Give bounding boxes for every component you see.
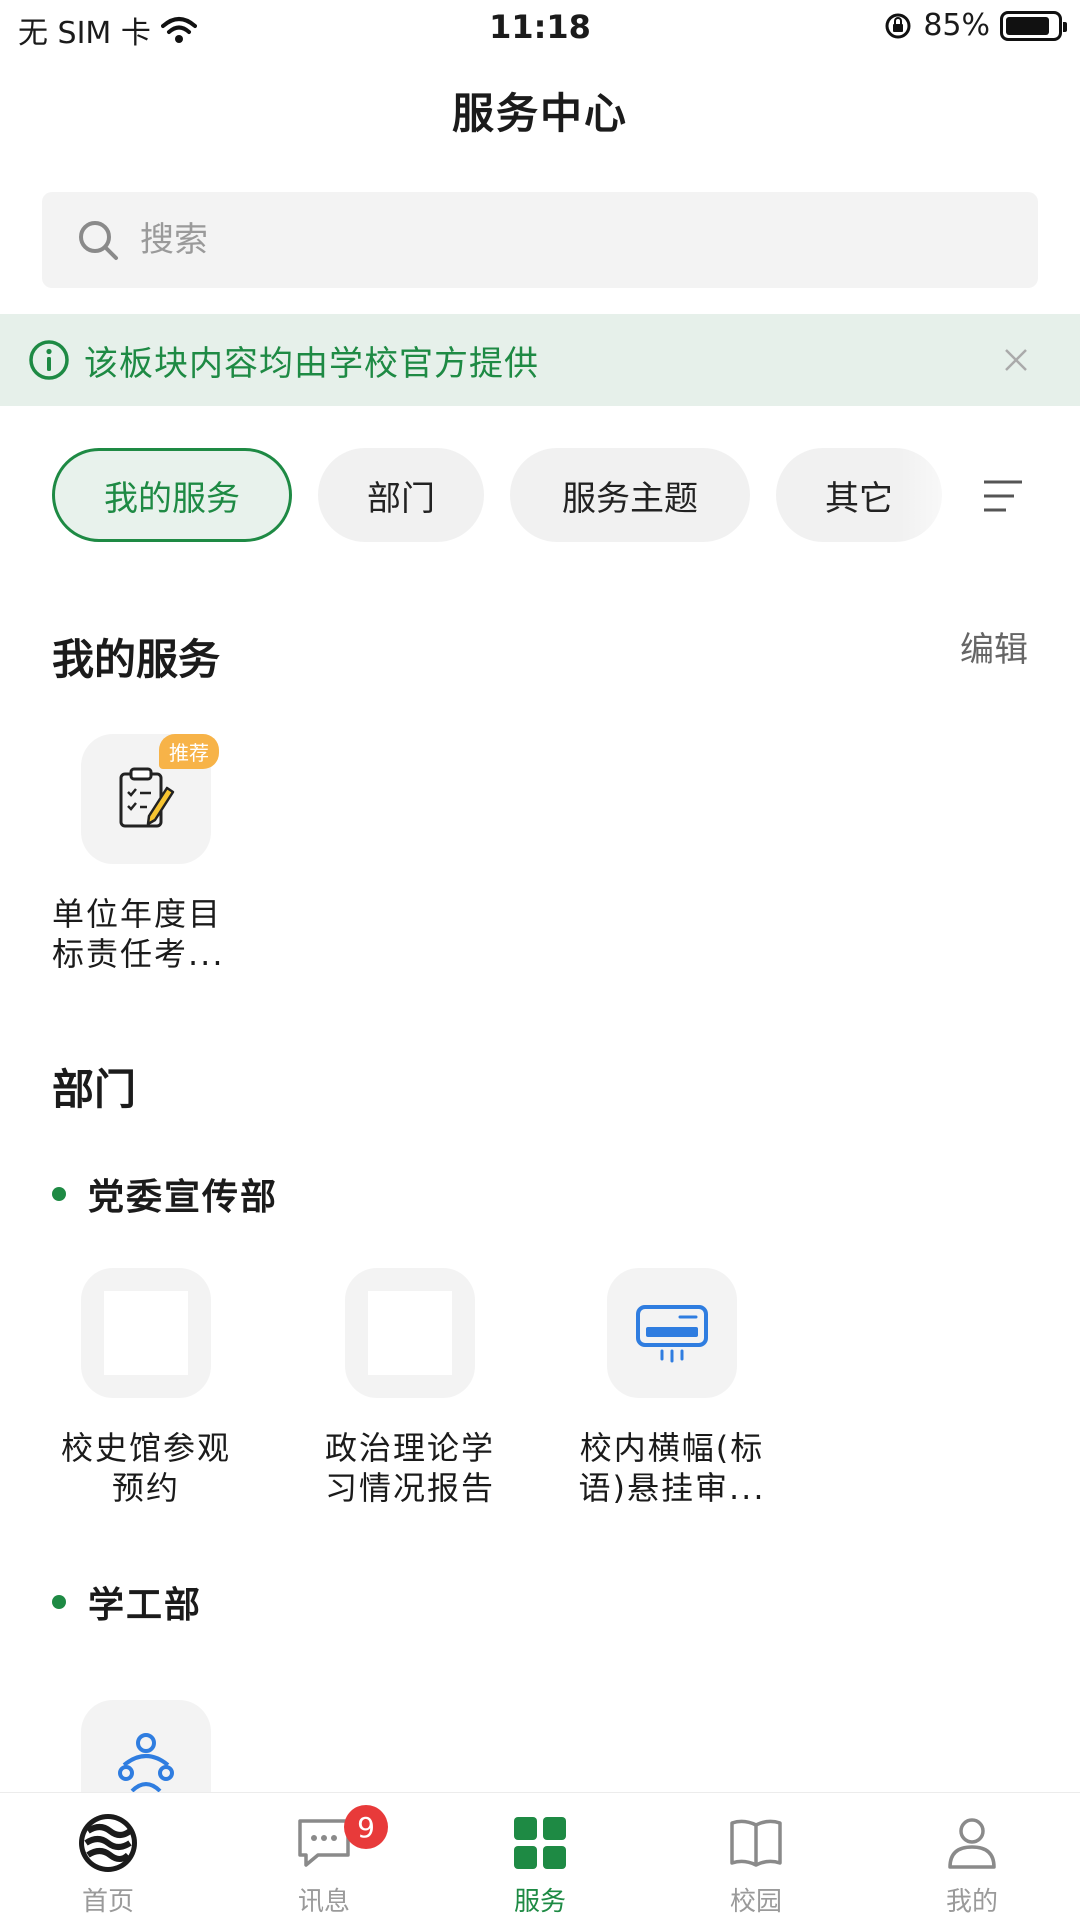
service-label-line2: 习情况报告 xyxy=(324,1469,495,1507)
tabbar-label: 服务 xyxy=(513,1887,566,1917)
tabbar-label: 校园 xyxy=(729,1887,782,1917)
person-icon xyxy=(948,1818,996,1869)
notice-text: 该板块内容均由学校官方提供 xyxy=(84,343,539,384)
dept-heading-student-affairs: 学工部 xyxy=(52,1576,202,1628)
home-logo-icon xyxy=(79,1814,137,1872)
service-item-political-study[interactable]: 政治理论学 习情况报告 xyxy=(300,1268,520,1508)
service-label: 单位年度目 标责任考... xyxy=(52,894,256,974)
tabbar-profile[interactable]: 我的 xyxy=(864,1793,1080,1920)
tabbar-services[interactable]: 服务 xyxy=(432,1793,648,1920)
service-tile[interactable] xyxy=(81,1268,211,1398)
service-tile[interactable]: 推荐 xyxy=(81,734,219,864)
air-conditioner-icon xyxy=(636,1305,708,1363)
service-item-museum-visit[interactable]: 校史馆参观 预约 xyxy=(36,1268,256,1508)
search-icon xyxy=(79,221,118,260)
filter-menu-icon[interactable] xyxy=(980,476,1024,516)
tab-departments[interactable]: 部门 xyxy=(318,448,484,542)
service-tile[interactable] xyxy=(345,1268,475,1398)
info-icon xyxy=(29,340,69,380)
service-label: 校内横幅(标 语)悬挂审... xyxy=(562,1428,782,1508)
service-label-line1: 校史馆参观 xyxy=(60,1429,231,1467)
service-label-line2: 预约 xyxy=(111,1469,180,1507)
tabbar-home[interactable]: 首页 xyxy=(0,1793,216,1920)
blank-icon xyxy=(104,1291,188,1375)
service-tile[interactable] xyxy=(607,1268,737,1398)
tabbar-label: 首页 xyxy=(81,1887,134,1917)
search-bar[interactable] xyxy=(42,192,1038,288)
bottom-tab-bar: 首页 9 讯息 服务 校园 我的 xyxy=(0,1792,1080,1920)
status-right: 85% xyxy=(883,8,1067,43)
dept-name: 党委宣传部 xyxy=(88,1177,279,1218)
service-label: 校史馆参观 预约 xyxy=(36,1428,256,1508)
search-input[interactable] xyxy=(140,220,940,260)
service-label-line1: 政治理论学 xyxy=(324,1429,495,1467)
dept-name: 学工部 xyxy=(88,1585,203,1626)
notice-banner: 该板块内容均由学校官方提供 xyxy=(0,314,1080,406)
category-tabs: 我的服务 部门 服务主题 其它 xyxy=(52,448,942,542)
close-icon[interactable] xyxy=(998,342,1034,378)
my-services-title: 我的服务 xyxy=(52,635,221,684)
tabbar-campus[interactable]: 校园 xyxy=(648,1793,864,1920)
book-icon xyxy=(730,1819,782,1867)
battery-percent: 85% xyxy=(923,8,990,43)
page-title: 服务中心 xyxy=(451,89,628,138)
unread-badge: 9 xyxy=(344,1805,388,1849)
service-label-line2: 语)悬挂审... xyxy=(578,1469,766,1507)
service-label-line2: 标责任考... xyxy=(52,935,225,973)
blank-icon xyxy=(368,1291,452,1375)
tabbar-messages[interactable]: 9 讯息 xyxy=(216,1793,432,1920)
tabbar-label: 我的 xyxy=(945,1887,998,1917)
service-label-line1: 校内横幅(标 xyxy=(579,1429,765,1467)
tab-my-services[interactable]: 我的服务 xyxy=(52,448,292,542)
edit-button[interactable]: 编辑 xyxy=(960,622,1028,671)
tabbar-label: 讯息 xyxy=(297,1887,350,1917)
bullet-dot xyxy=(52,1187,66,1201)
tab-service-topics[interactable]: 服务主题 xyxy=(510,448,750,542)
service-label-line1: 单位年度目 xyxy=(52,895,223,933)
bullet-dot xyxy=(52,1595,66,1609)
grid-icon xyxy=(514,1817,566,1869)
service-label: 政治理论学 习情况报告 xyxy=(300,1428,520,1508)
clipboard-pencil-icon xyxy=(119,767,175,828)
dept-heading-propaganda: 党委宣传部 xyxy=(52,1168,278,1220)
battery-icon xyxy=(1000,10,1067,41)
recommend-badge: 推荐 xyxy=(159,734,219,769)
service-item-annual-target[interactable]: 推荐 单位年度目 标责任考... xyxy=(36,734,256,974)
status-bar: 无 SIM 卡 11:18 85% xyxy=(0,0,1080,56)
orientation-lock-icon xyxy=(885,13,911,38)
departments-title: 部门 xyxy=(52,1065,137,1114)
service-item-banner-approval[interactable]: 校内横幅(标 语)悬挂审... xyxy=(562,1268,782,1508)
